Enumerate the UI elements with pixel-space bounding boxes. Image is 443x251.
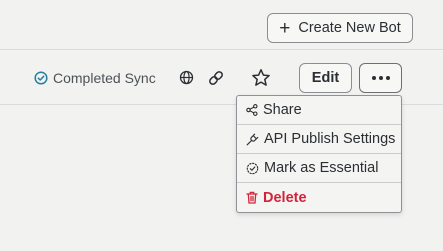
create-new-bot-label: Create New Bot bbox=[298, 20, 401, 36]
menu-item-label: Share bbox=[263, 102, 302, 118]
share-icon bbox=[246, 104, 258, 116]
plug-icon bbox=[246, 133, 259, 145]
edit-button[interactable]: Edit bbox=[299, 63, 352, 93]
plus-icon: + bbox=[279, 17, 291, 39]
menu-item-label: API Publish Settings bbox=[264, 131, 396, 147]
check-circle-icon bbox=[34, 71, 48, 85]
link-icon[interactable] bbox=[206, 68, 226, 88]
menu-item-mark-as-essential[interactable]: Mark as Essential bbox=[237, 154, 401, 183]
menu-item-api-publish-settings[interactable]: API Publish Settings bbox=[237, 125, 401, 154]
top-divider bbox=[0, 49, 443, 50]
star-icon[interactable] bbox=[251, 68, 271, 88]
sync-status-label: Completed Sync bbox=[53, 70, 156, 86]
more-options-button[interactable] bbox=[359, 63, 402, 93]
more-dots-icon bbox=[371, 76, 390, 80]
create-new-bot-button[interactable]: + Create New Bot bbox=[267, 13, 413, 43]
trash-icon bbox=[246, 191, 258, 204]
menu-item-label: Delete bbox=[263, 189, 307, 206]
menu-item-delete[interactable]: Delete bbox=[237, 183, 401, 212]
globe-icon[interactable] bbox=[179, 70, 194, 85]
badge-check-icon bbox=[246, 162, 259, 174]
options-dropdown-menu: Share API Publish Settings Mark as Essen… bbox=[236, 95, 402, 213]
menu-item-share[interactable]: Share bbox=[237, 96, 401, 125]
sync-status: Completed Sync bbox=[34, 69, 156, 87]
menu-item-label: Mark as Essential bbox=[264, 160, 379, 176]
